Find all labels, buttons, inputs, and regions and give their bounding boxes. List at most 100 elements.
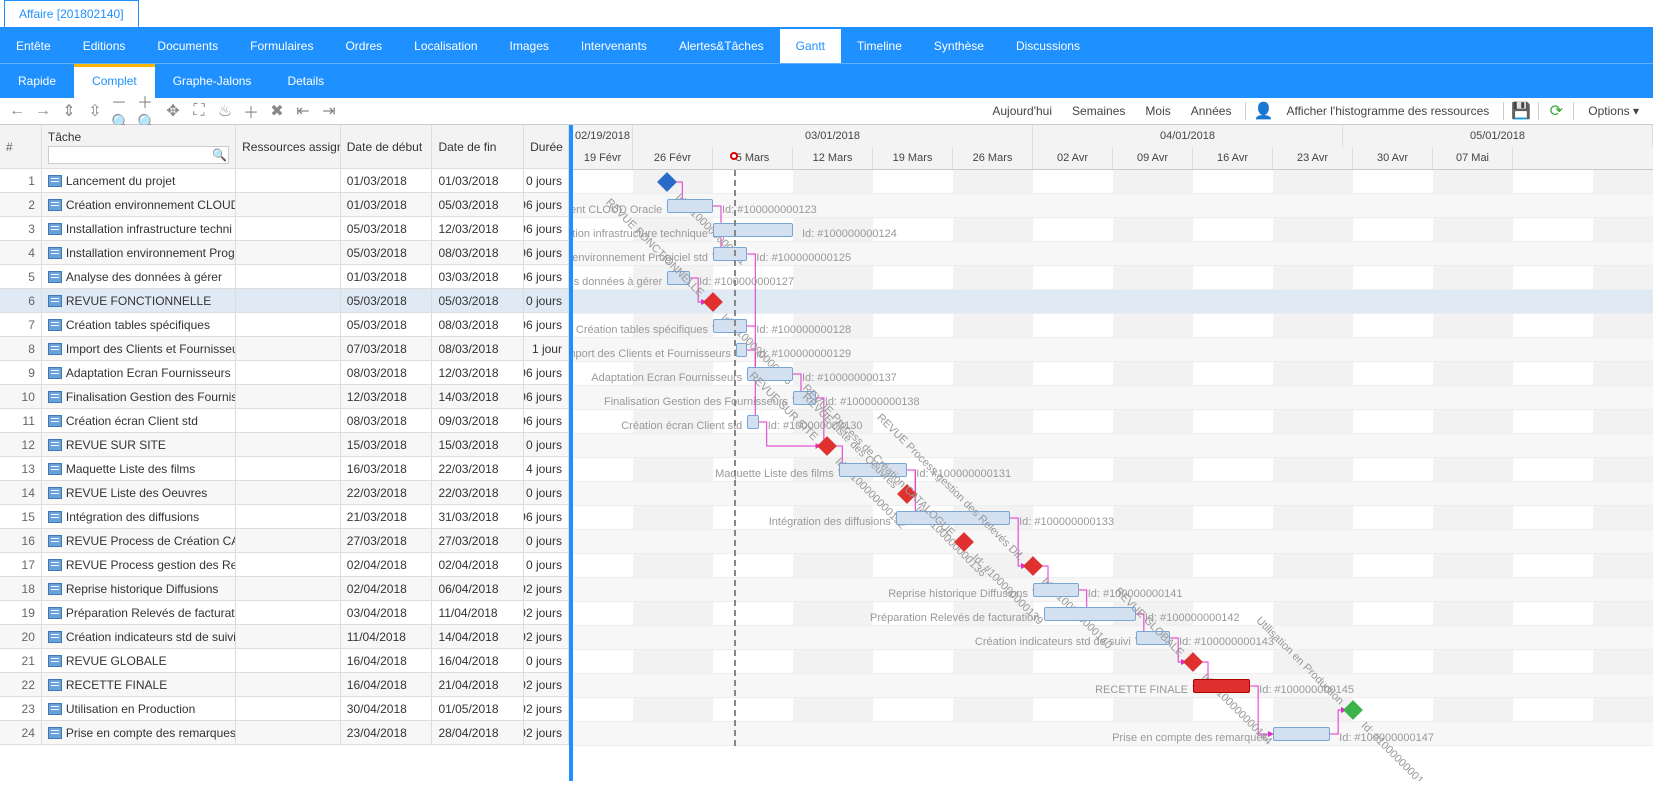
res-cell[interactable] (236, 385, 341, 408)
task-bar[interactable]: Création tables spécifiquesId: #10000000… (713, 319, 747, 333)
dur-cell[interactable]: 4.92 jours (524, 721, 569, 744)
dur-cell[interactable]: 0 jours (524, 481, 569, 504)
res-cell[interactable] (236, 337, 341, 360)
dur-cell[interactable]: 4.92 jours (524, 673, 569, 696)
col-res-header[interactable]: Ressources assignées (242, 140, 334, 154)
dur-cell[interactable]: 0 jours (524, 649, 569, 672)
dur-cell[interactable]: 2.96 jours (524, 313, 569, 336)
task-name-cell[interactable]: Prise en compte des remarques (42, 721, 236, 744)
start-cell[interactable]: 02/04/2018 (341, 577, 433, 600)
table-row[interactable]: 13Maquette Liste des films16/03/201822/0… (0, 457, 569, 481)
main-nav-editions[interactable]: Editions (67, 29, 142, 63)
task-bar[interactable]: RECETTE FINALEId: #100000000145 (1193, 679, 1250, 693)
table-row[interactable]: 9Adaptation Ecran Fournisseurs08/03/2018… (0, 361, 569, 385)
main-nav-entête[interactable]: Entête (0, 29, 67, 63)
task-name-cell[interactable]: REVUE Liste des Oeuvres (42, 481, 236, 504)
table-row[interactable]: 18Reprise historique Diffusions02/04/201… (0, 577, 569, 601)
start-cell[interactable]: 27/03/2018 (341, 529, 433, 552)
start-cell[interactable]: 12/03/2018 (341, 385, 433, 408)
end-cell[interactable]: 14/04/2018 (432, 625, 524, 648)
milestone[interactable]: REVUE GLOBALEId: #100000000144 (1183, 652, 1203, 672)
task-name-cell[interactable]: Installation infrastructure techni (42, 217, 236, 240)
dur-cell[interactable]: 0 jours (524, 433, 569, 456)
dur-cell[interactable]: 0 jours (524, 529, 569, 552)
task-name-cell[interactable]: Intégration des diffusions (42, 505, 236, 528)
res-cell[interactable] (236, 265, 341, 288)
end-cell[interactable]: 27/03/2018 (432, 529, 524, 552)
end-cell[interactable]: 09/03/2018 (432, 409, 524, 432)
res-cell[interactable] (236, 697, 341, 720)
sub-nav-details[interactable]: Details (269, 64, 342, 98)
task-name-cell[interactable]: REVUE Process de Création CAT (42, 529, 236, 552)
task-bar[interactable]: Création environnement CLOUD OracleId: #… (667, 199, 713, 213)
res-cell[interactable] (236, 193, 341, 216)
table-row[interactable]: 6REVUE FONCTIONNELLE05/03/201805/03/2018… (0, 289, 569, 313)
end-cell[interactable]: 15/03/2018 (432, 433, 524, 456)
res-cell[interactable] (236, 217, 341, 240)
main-nav-timeline[interactable]: Timeline (841, 29, 918, 63)
end-cell[interactable]: 16/04/2018 (432, 649, 524, 672)
res-cell[interactable] (236, 649, 341, 672)
end-cell[interactable]: 12/03/2018 (432, 217, 524, 240)
main-nav-images[interactable]: Images (494, 29, 565, 63)
start-cell[interactable]: 16/04/2018 (341, 649, 433, 672)
start-cell[interactable]: 08/03/2018 (341, 409, 433, 432)
end-cell[interactable]: 05/03/2018 (432, 289, 524, 312)
end-cell[interactable]: 01/03/2018 (432, 169, 524, 192)
end-cell[interactable]: 14/03/2018 (432, 385, 524, 408)
sub-nav-graphe-jalons[interactable]: Graphe-Jalons (155, 64, 270, 98)
task-name-cell[interactable]: Création environnement CLOUD (42, 193, 236, 216)
indent-icon[interactable]: ⇥ (320, 102, 338, 120)
main-nav-gantt[interactable]: Gantt (780, 29, 841, 63)
main-nav-formulaires[interactable]: Formulaires (234, 29, 329, 63)
res-cell[interactable] (236, 721, 341, 744)
outdent-icon[interactable]: ⇤ (294, 102, 312, 120)
dur-cell[interactable]: 3.92 jours (524, 577, 569, 600)
table-row[interactable]: 23Utilisation en Production30/04/201801/… (0, 697, 569, 721)
options-button[interactable]: Options ▾ (1582, 102, 1645, 120)
end-cell[interactable]: 06/04/2018 (432, 577, 524, 600)
task-bar[interactable]: Création écran Client stdId: #1000000001… (747, 415, 758, 429)
main-nav-localisation[interactable]: Localisation (398, 29, 493, 63)
res-cell[interactable] (236, 289, 341, 312)
start-cell[interactable]: 01/03/2018 (341, 193, 433, 216)
collapse-vert-icon[interactable]: ⇕ (60, 102, 78, 120)
end-cell[interactable]: 08/03/2018 (432, 337, 524, 360)
res-cell[interactable] (236, 601, 341, 624)
today-button[interactable]: Aujourd'hui (986, 102, 1058, 120)
end-cell[interactable]: 21/04/2018 (432, 673, 524, 696)
end-cell[interactable]: 03/03/2018 (432, 265, 524, 288)
dur-cell[interactable]: 4.96 jours (524, 217, 569, 240)
start-cell[interactable]: 16/03/2018 (341, 457, 433, 480)
main-nav-synthèse[interactable]: Synthèse (918, 29, 1000, 63)
dur-cell[interactable]: 4 jours (524, 457, 569, 480)
start-cell[interactable]: 30/04/2018 (341, 697, 433, 720)
end-cell[interactable]: 01/05/2018 (432, 697, 524, 720)
start-cell[interactable]: 07/03/2018 (341, 337, 433, 360)
fit-icon[interactable]: ⛶ (190, 102, 208, 120)
nav-fwd-icon[interactable]: → (34, 102, 52, 120)
main-nav-alertes&tâches[interactable]: Alertes&Tâches (663, 29, 780, 63)
task-name-cell[interactable]: Import des Clients et Fournisseu (42, 337, 236, 360)
refresh-icon[interactable]: ⟳ (1547, 102, 1565, 120)
task-name-cell[interactable]: Finalisation Gestion des Fourniss (42, 385, 236, 408)
end-cell[interactable]: 12/03/2018 (432, 361, 524, 384)
dur-cell[interactable]: 0 jours (524, 289, 569, 312)
add-icon[interactable]: ＋ (242, 102, 260, 120)
dur-cell[interactable]: 0.96 jours (524, 409, 569, 432)
table-row[interactable]: 22RECETTE FINALE16/04/201821/04/20184.92… (0, 673, 569, 697)
start-cell[interactable]: 05/03/2018 (341, 313, 433, 336)
table-row[interactable]: 12REVUE SUR SITE15/03/201815/03/20180 jo… (0, 433, 569, 457)
end-cell[interactable]: 02/04/2018 (432, 553, 524, 576)
start-cell[interactable]: 03/04/2018 (341, 601, 433, 624)
main-nav-documents[interactable]: Documents (141, 29, 234, 63)
table-row[interactable]: 2Création environnement CLOUD01/03/20180… (0, 193, 569, 217)
task-name-cell[interactable]: REVUE FONCTIONNELLE (42, 289, 236, 312)
res-cell[interactable] (236, 241, 341, 264)
move-icon[interactable]: ✥ (164, 102, 182, 120)
dur-cell[interactable]: 2.96 jours (524, 193, 569, 216)
start-cell[interactable]: 15/03/2018 (341, 433, 433, 456)
table-row[interactable]: 10Finalisation Gestion des Fourniss12/03… (0, 385, 569, 409)
milestone[interactable]: REVUE FONCTIONNELLEId: #100000000126 (703, 292, 723, 312)
task-name-cell[interactable]: REVUE SUR SITE (42, 433, 236, 456)
